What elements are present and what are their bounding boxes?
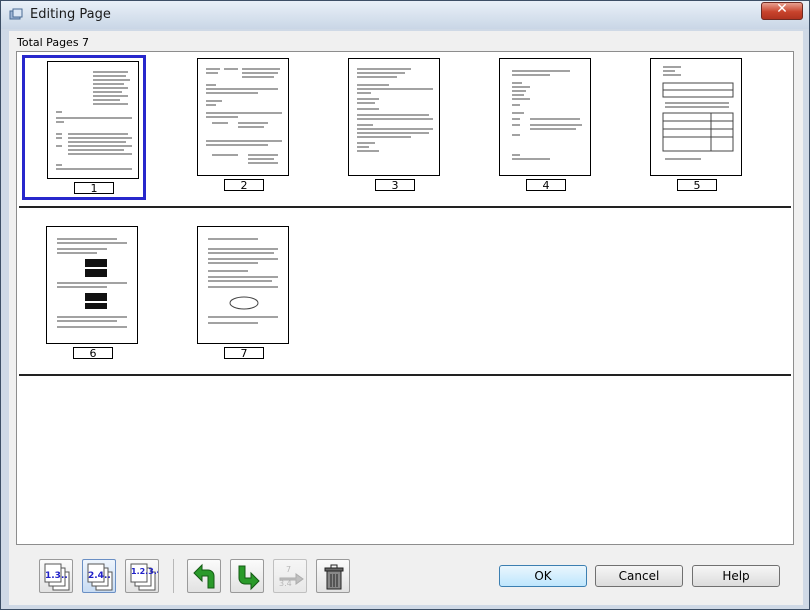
reorder-pages-button[interactable]: 7 3.4: [273, 559, 307, 593]
svg-text:2.4..: 2.4..: [88, 571, 111, 581]
svg-text:1.2.3.4..: 1.2.3.4..: [131, 567, 158, 576]
page-thumbnail-panel[interactable]: 1 2 3 4 5 6 7: [16, 51, 794, 545]
page-number-label: 7: [224, 347, 264, 360]
trash-icon: [324, 564, 344, 590]
page-number-label: 1: [74, 182, 114, 195]
svg-text:1.3..: 1.3..: [45, 571, 68, 581]
rotate-left-icon: [193, 563, 215, 589]
page-preview: [499, 58, 591, 176]
page-preview: [46, 226, 138, 344]
close-button[interactable]: ✕: [761, 1, 803, 20]
page-preview: [197, 226, 289, 344]
page-content-lines: [56, 71, 132, 170]
total-pages-label: Total Pages 7: [17, 36, 90, 49]
page-content-lines: [357, 68, 433, 152]
delete-page-button[interactable]: [316, 559, 350, 593]
page-number-label: 3: [375, 179, 415, 192]
page-content-lines: [206, 68, 282, 164]
rotate-right-button[interactable]: [230, 559, 264, 593]
odd-pages-button[interactable]: 1.3..: [39, 559, 73, 593]
all-pages-icon: 1.2.3.4..: [130, 563, 158, 591]
page-thumbnail-2[interactable]: 2: [173, 55, 297, 200]
page-number-label: 2: [224, 179, 264, 192]
svg-text:7: 7: [286, 565, 291, 574]
dialog-body: Total Pages 7 1 2 3 4 5 6 7 1.3.. 2.4.. …: [9, 31, 803, 605]
page-preview: [650, 58, 742, 176]
title-bar[interactable]: Editing Page ✕: [1, 1, 809, 29]
even-pages-icon: 2.4..: [87, 563, 113, 591]
reorder-pages-icon: 7 3.4: [279, 565, 304, 588]
page-content-lines: [57, 238, 127, 328]
help-button[interactable]: Help: [692, 565, 780, 587]
rotate-right-icon: [238, 565, 260, 591]
ok-button[interactable]: OK: [499, 565, 587, 587]
close-icon: ✕: [776, 1, 788, 17]
all-pages-button[interactable]: 1.2.3.4..: [125, 559, 159, 593]
page-thumbnail-3[interactable]: 3: [324, 55, 448, 200]
page-preview: [348, 58, 440, 176]
page-thumbnail-6[interactable]: 6: [22, 223, 146, 368]
rotate-left-button[interactable]: [187, 559, 221, 593]
page-number-label: 5: [677, 179, 717, 192]
window-title: Editing Page: [30, 7, 111, 22]
page-content-lines: [512, 70, 582, 160]
page-thumbnail-7[interactable]: 7: [173, 223, 297, 368]
page-thumbnail-5[interactable]: 5: [626, 55, 750, 200]
row-divider: [19, 374, 791, 376]
page-number-label: 4: [526, 179, 566, 192]
app-icon: [9, 8, 23, 20]
page-preview: [197, 58, 289, 176]
page-thumbnail-1[interactable]: 1: [22, 55, 146, 200]
page-number-label: 6: [73, 347, 113, 360]
even-pages-button[interactable]: 2.4..: [82, 559, 116, 593]
page-content-lines: [662, 66, 734, 160]
odd-pages-icon: 1.3..: [44, 563, 70, 591]
cancel-button[interactable]: Cancel: [595, 565, 683, 587]
row-divider: [19, 206, 791, 208]
page-thumbnail-4[interactable]: 4: [475, 55, 599, 200]
page-preview: [47, 61, 139, 179]
page-content-lines: [208, 238, 278, 324]
toolbar-separator: [173, 559, 174, 593]
editing-page-dialog: Editing Page ✕ Total Pages 7 1 2 3 4 5 6…: [0, 0, 810, 610]
